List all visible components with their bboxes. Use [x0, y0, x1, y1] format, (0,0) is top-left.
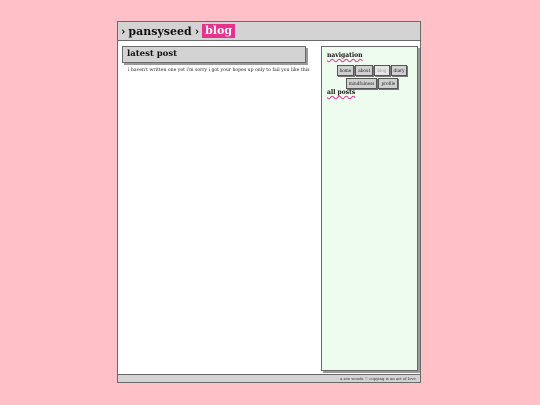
current-section-label: blog — [202, 24, 236, 38]
nav-button-mindfulness[interactable]: mindfulness — [345, 78, 378, 89]
all-posts-title: all posts — [327, 89, 356, 96]
nav-button-profile[interactable]: profile — [378, 78, 399, 89]
post-text: i haven't written one yet i'm sorry i go… — [128, 68, 310, 73]
site-footer: a.zee woods ♡ copying is an act of love. — [118, 374, 420, 382]
nav-button-home[interactable]: home — [336, 65, 355, 76]
sidebar: navigation home about blog diary mindful… — [321, 46, 418, 371]
site-header: › pansyseed › blog — [118, 22, 420, 41]
latest-post-heading: latest post — [122, 46, 306, 63]
navigation-title: navigation — [327, 52, 363, 59]
nav-button-about[interactable]: about — [355, 65, 374, 76]
nav-button-blog[interactable]: blog — [374, 65, 390, 76]
site-name-link[interactable]: pansyseed — [128, 25, 191, 38]
nav-button-diary[interactable]: diary — [390, 65, 408, 76]
breadcrumb-separator: › — [194, 24, 200, 38]
nav-button-group: home about blog diary mindfulness profil… — [330, 65, 414, 89]
breadcrumb-separator: › — [121, 24, 126, 38]
page-container: › pansyseed › blog latest post i haven't… — [117, 21, 421, 383]
